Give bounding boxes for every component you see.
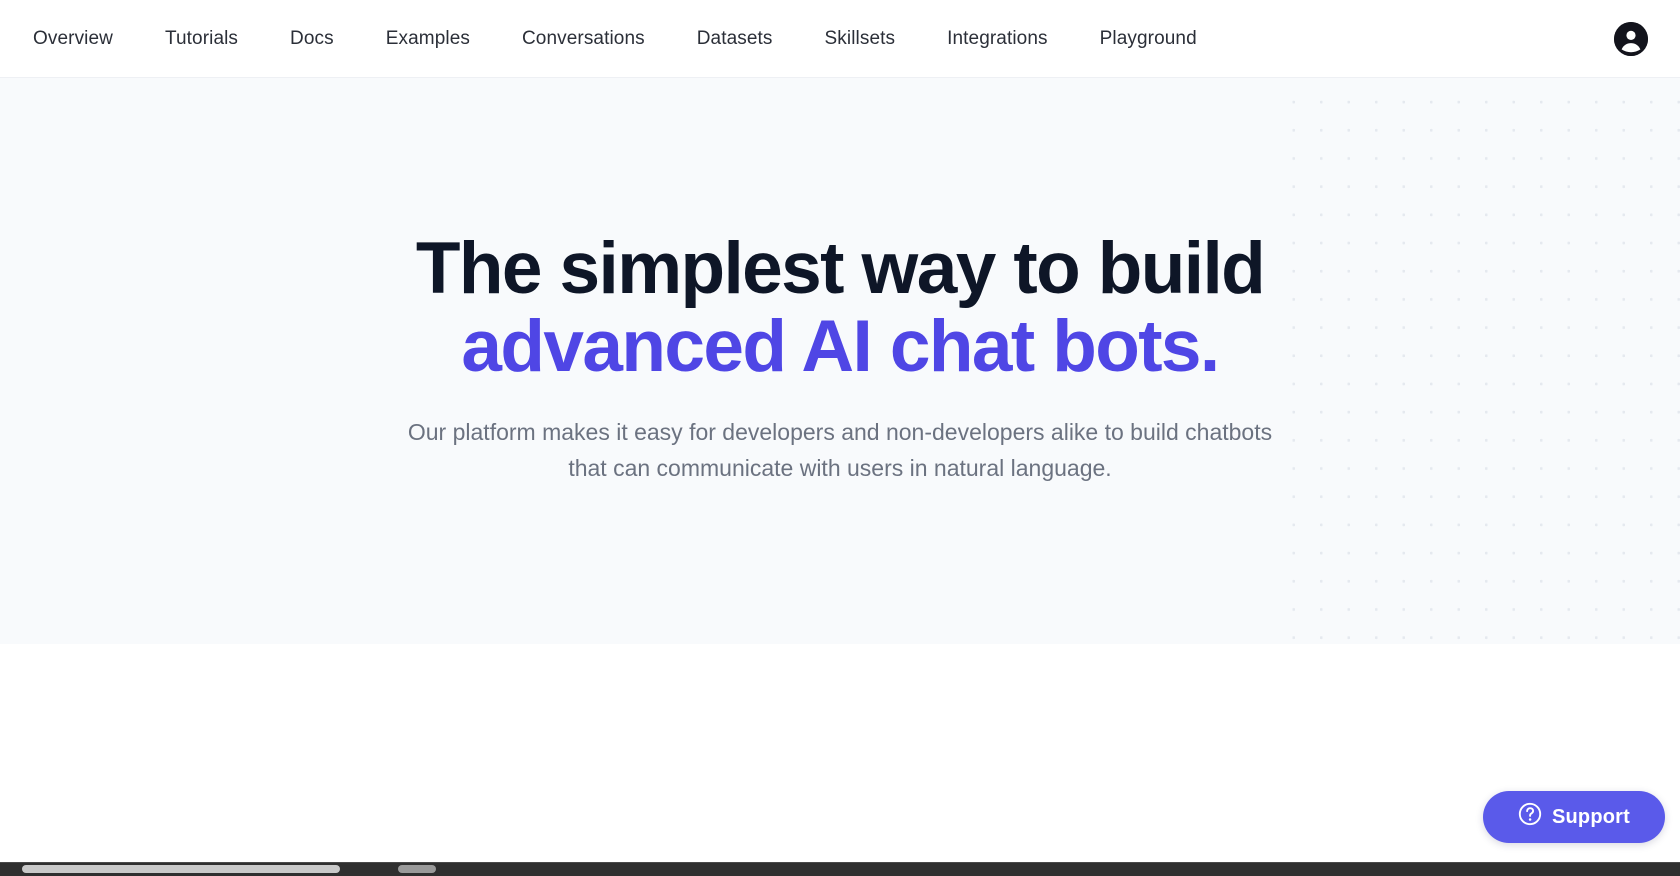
account-avatar-button[interactable] bbox=[1614, 21, 1648, 56]
hero-headline-line-1: The simplest way to build bbox=[415, 228, 1266, 309]
nav-item-overview[interactable]: Overview bbox=[33, 29, 113, 48]
page-root: Overview Tutorials Docs Examples Convers… bbox=[0, 0, 1680, 876]
hero-subheadline-line-2: that can communicate with users in natur… bbox=[568, 455, 1112, 482]
hero-subheadline-line-1: Our platform makes it easy for developer… bbox=[407, 419, 1273, 445]
nav-item-integrations[interactable]: Integrations bbox=[947, 29, 1048, 48]
hero-section: The simplest way to build advanced AI ch… bbox=[0, 78, 1680, 644]
nav-item-datasets[interactable]: Datasets bbox=[697, 29, 773, 48]
user-avatar-icon bbox=[1614, 21, 1648, 56]
hero-subheadline: Our platform makes it easy for developer… bbox=[0, 414, 1680, 487]
hero-headline-line-2: advanced AI chat bots. bbox=[461, 306, 1220, 388]
nav-item-skillsets[interactable]: Skillsets bbox=[825, 29, 896, 48]
nav-item-conversations[interactable]: Conversations bbox=[522, 29, 645, 48]
support-button-label: Support bbox=[1551, 805, 1631, 828]
question-circle-icon bbox=[1518, 802, 1542, 832]
content-area-below-hero bbox=[0, 644, 1680, 862]
nav-item-playground[interactable]: Playground bbox=[1100, 29, 1197, 48]
support-button[interactable]: Support bbox=[1483, 791, 1665, 843]
main-nav: Overview Tutorials Docs Examples Convers… bbox=[0, 29, 1197, 48]
nav-item-docs[interactable]: Docs bbox=[290, 29, 334, 48]
nav-item-tutorials[interactable]: Tutorials bbox=[165, 29, 238, 48]
scrollbar-track[interactable] bbox=[0, 862, 1680, 863]
hero-headline: The simplest way to build advanced AI ch… bbox=[0, 228, 1680, 388]
scrollbar-thumb-secondary[interactable] bbox=[398, 865, 436, 873]
nav-item-examples[interactable]: Examples bbox=[386, 29, 470, 48]
top-navigation-bar: Overview Tutorials Docs Examples Convers… bbox=[0, 0, 1680, 78]
horizontal-scrollbar[interactable] bbox=[0, 862, 1680, 876]
hero-content: The simplest way to build advanced AI ch… bbox=[0, 78, 1680, 644]
scrollbar-thumb[interactable] bbox=[22, 865, 340, 873]
